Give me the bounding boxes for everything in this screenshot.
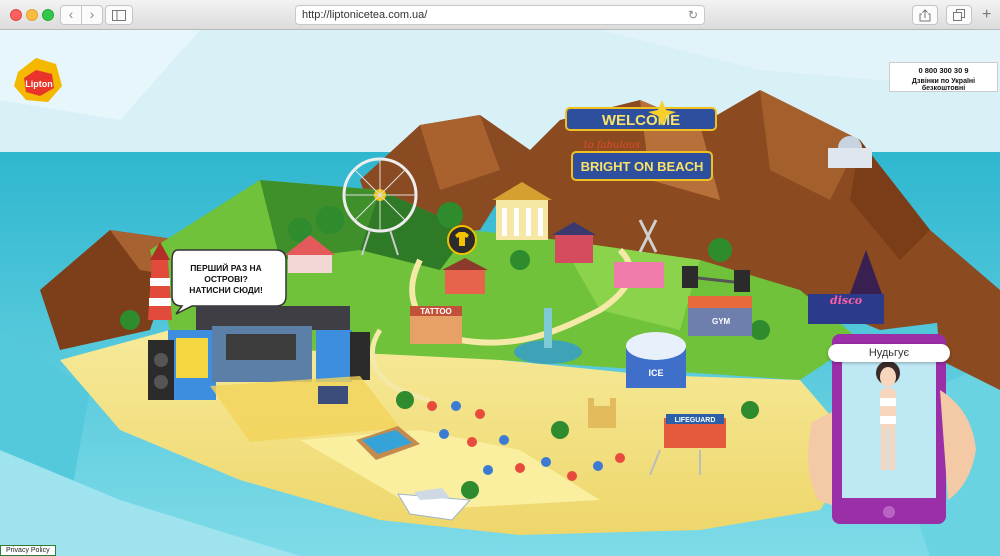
island-map: WELCOME to fabulous BRIGHT ON BEACH TATT… bbox=[0, 30, 1000, 556]
new-tab-button[interactable]: + bbox=[982, 6, 991, 24]
lifeguard-label: LIFEGUARD bbox=[675, 417, 716, 424]
share-icon bbox=[919, 9, 931, 22]
back-button[interactable]: ‹ bbox=[60, 5, 82, 25]
disco-label: disco bbox=[830, 294, 862, 307]
phone-number[interactable]: 0 800 300 30 9 bbox=[890, 66, 997, 75]
url-text: http://liptonicetea.com.ua/ bbox=[302, 9, 428, 21]
chevron-left-icon: ‹ bbox=[68, 6, 74, 22]
minimize-window-button[interactable] bbox=[26, 9, 38, 21]
privacy-policy-link[interactable]: Privacy Policy bbox=[0, 545, 56, 556]
gym-label: GYM bbox=[712, 317, 731, 326]
welcome-sign-bottom: BRIGHT ON BEACH bbox=[581, 159, 704, 174]
dj-box bbox=[318, 386, 348, 404]
sidebar-toggle-button[interactable] bbox=[105, 5, 133, 25]
ice-building[interactable]: ICE bbox=[626, 332, 686, 388]
phone-call-box: 0 800 300 30 9 Дзвінки по Україні безкош… bbox=[889, 62, 998, 92]
ice-label: ICE bbox=[648, 368, 663, 378]
forward-button[interactable]: › bbox=[81, 5, 103, 25]
island-illustration: WELCOME to fabulous BRIGHT ON BEACH TATT… bbox=[0, 30, 1000, 556]
tattoo-label: TATTOO bbox=[420, 307, 452, 316]
lipton-logo-text: Lipton bbox=[25, 79, 53, 89]
speech-bubble-text[interactable]: ПЕРШИЙ РАЗ НА ОСТРОВІ? НАТИСНИ СЮДИ! bbox=[184, 263, 268, 296]
zoom-window-button[interactable] bbox=[42, 9, 54, 21]
share-button[interactable] bbox=[912, 5, 938, 25]
sidebar-icon bbox=[112, 10, 126, 21]
chevron-right-icon: › bbox=[89, 6, 95, 22]
tattoo-building[interactable]: TATTOO bbox=[410, 306, 462, 344]
tabs-icon bbox=[953, 9, 965, 21]
show-tabs-button[interactable] bbox=[946, 5, 972, 25]
close-window-button[interactable] bbox=[10, 9, 22, 21]
tshirt-shop-badge[interactable] bbox=[447, 225, 477, 255]
welcome-sign-middle: to fabulous bbox=[584, 140, 641, 151]
phone-call-text: Дзвінки по Україні безкоштовні bbox=[911, 78, 976, 92]
reload-icon[interactable]: ↻ bbox=[688, 8, 698, 22]
phone-caption[interactable]: Нудьгує bbox=[828, 344, 950, 362]
address-bar[interactable]: http://liptonicetea.com.ua/ ↻ bbox=[295, 5, 705, 25]
browser-toolbar: ‹ › http://liptonicetea.com.ua/ ↻ + bbox=[0, 0, 1000, 30]
